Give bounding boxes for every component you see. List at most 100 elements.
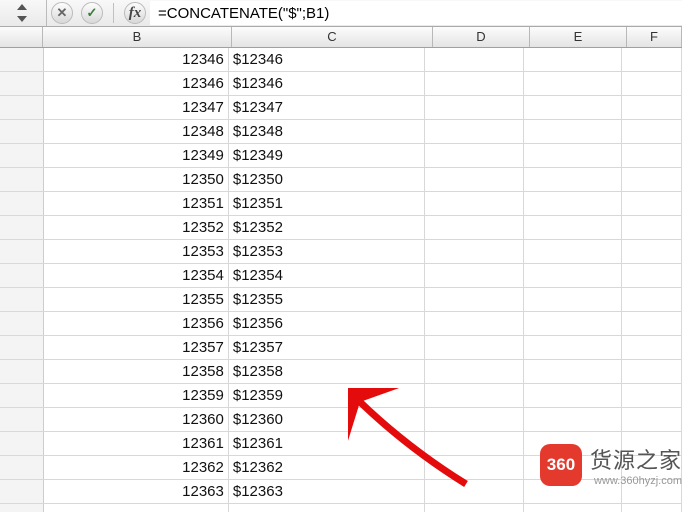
cell-C[interactable]: $12350 (229, 168, 425, 191)
cell-B[interactable]: 12355 (44, 288, 229, 311)
column-header-B[interactable]: B (43, 27, 232, 47)
cell-E[interactable] (524, 264, 623, 287)
cell-F[interactable] (622, 48, 682, 71)
cell-E[interactable] (524, 360, 623, 383)
cell-B[interactable]: 12353 (44, 240, 229, 263)
cell-F[interactable] (622, 264, 682, 287)
cancel-button[interactable]: ✕ (51, 2, 73, 24)
cell-F[interactable] (622, 96, 682, 119)
cell-F[interactable] (622, 504, 682, 512)
cell-F[interactable] (622, 384, 682, 407)
cell-D[interactable] (425, 144, 524, 167)
cell-F[interactable] (622, 408, 682, 431)
cell-F[interactable] (622, 216, 682, 239)
row-header[interactable] (0, 504, 44, 512)
row-header[interactable] (0, 168, 44, 191)
cell-F[interactable] (622, 336, 682, 359)
cell-E[interactable] (524, 504, 623, 512)
cell-C[interactable]: $12348 (229, 120, 425, 143)
column-header-D[interactable]: D (433, 27, 530, 47)
row-header[interactable] (0, 456, 44, 479)
row-header[interactable] (0, 480, 44, 503)
column-header-C[interactable]: C (232, 27, 433, 47)
cell-C[interactable]: $12362 (229, 456, 425, 479)
cell-E[interactable] (524, 288, 623, 311)
cell-C[interactable]: $12356 (229, 312, 425, 335)
select-all-corner[interactable] (0, 27, 43, 47)
cell-D[interactable] (425, 96, 524, 119)
row-header[interactable] (0, 384, 44, 407)
row-header[interactable] (0, 312, 44, 335)
cell-E[interactable] (524, 192, 623, 215)
cell-E[interactable] (524, 48, 623, 71)
row-header[interactable] (0, 264, 44, 287)
cell-D[interactable] (425, 408, 524, 431)
cell-C[interactable]: $12346 (229, 48, 425, 71)
row-header[interactable] (0, 336, 44, 359)
cell-B[interactable]: 12363 (44, 480, 229, 503)
cell-C[interactable]: $12361 (229, 432, 425, 455)
column-header-E[interactable]: E (530, 27, 627, 47)
cell-C[interactable]: $12351 (229, 192, 425, 215)
cell-D[interactable] (425, 216, 524, 239)
cell-E[interactable] (524, 240, 623, 263)
cell-E[interactable] (524, 408, 623, 431)
row-header[interactable] (0, 360, 44, 383)
cell-C[interactable]: $12354 (229, 264, 425, 287)
row-header[interactable] (0, 432, 44, 455)
cell-D[interactable] (425, 192, 524, 215)
cell-B[interactable]: 12346 (44, 72, 229, 95)
cell-B[interactable]: 12354 (44, 264, 229, 287)
row-header[interactable] (0, 216, 44, 239)
cell-B[interactable]: 12348 (44, 120, 229, 143)
cell-C[interactable]: $12352 (229, 216, 425, 239)
cell-F[interactable] (622, 72, 682, 95)
cell-E[interactable] (524, 216, 623, 239)
cell-B[interactable]: 12346 (44, 48, 229, 71)
cell-B[interactable]: 12362 (44, 456, 229, 479)
cell-C[interactable]: $12360 (229, 408, 425, 431)
cell-C[interactable] (229, 504, 425, 512)
accept-button[interactable]: ✓ (81, 2, 103, 24)
cell-E[interactable] (524, 312, 623, 335)
cell-D[interactable] (425, 456, 524, 479)
cell-C[interactable]: $12363 (229, 480, 425, 503)
cell-C[interactable]: $12358 (229, 360, 425, 383)
cell-E[interactable] (524, 96, 623, 119)
cell-C[interactable]: $12347 (229, 96, 425, 119)
cell-D[interactable] (425, 120, 524, 143)
cell-B[interactable]: 12350 (44, 168, 229, 191)
cell-D[interactable] (425, 360, 524, 383)
cell-B[interactable]: 12359 (44, 384, 229, 407)
cell-E[interactable] (524, 168, 623, 191)
row-header[interactable] (0, 48, 44, 71)
cell-F[interactable] (622, 144, 682, 167)
cell-F[interactable] (622, 360, 682, 383)
cell-C[interactable]: $12349 (229, 144, 425, 167)
row-header[interactable] (0, 96, 44, 119)
cell-F[interactable] (622, 192, 682, 215)
cell-D[interactable] (425, 264, 524, 287)
cell-D[interactable] (425, 240, 524, 263)
cell-B[interactable]: 12358 (44, 360, 229, 383)
cell-E[interactable] (524, 144, 623, 167)
cell-D[interactable] (425, 432, 524, 455)
cell-C[interactable]: $12353 (229, 240, 425, 263)
cell-D[interactable] (425, 384, 524, 407)
cell-B[interactable]: 12347 (44, 96, 229, 119)
cell-B[interactable]: 12352 (44, 216, 229, 239)
cell-D[interactable] (425, 312, 524, 335)
row-header[interactable] (0, 192, 44, 215)
name-box-stepper[interactable] (0, 0, 47, 26)
cell-F[interactable] (622, 288, 682, 311)
cell-B[interactable]: 12361 (44, 432, 229, 455)
cell-C[interactable]: $12357 (229, 336, 425, 359)
cell-D[interactable] (425, 480, 524, 503)
cell-B[interactable]: 12356 (44, 312, 229, 335)
cell-D[interactable] (425, 168, 524, 191)
cell-B[interactable] (44, 504, 229, 512)
cell-C[interactable]: $12359 (229, 384, 425, 407)
cell-D[interactable] (425, 48, 524, 71)
row-header[interactable] (0, 288, 44, 311)
cell-B[interactable]: 12351 (44, 192, 229, 215)
